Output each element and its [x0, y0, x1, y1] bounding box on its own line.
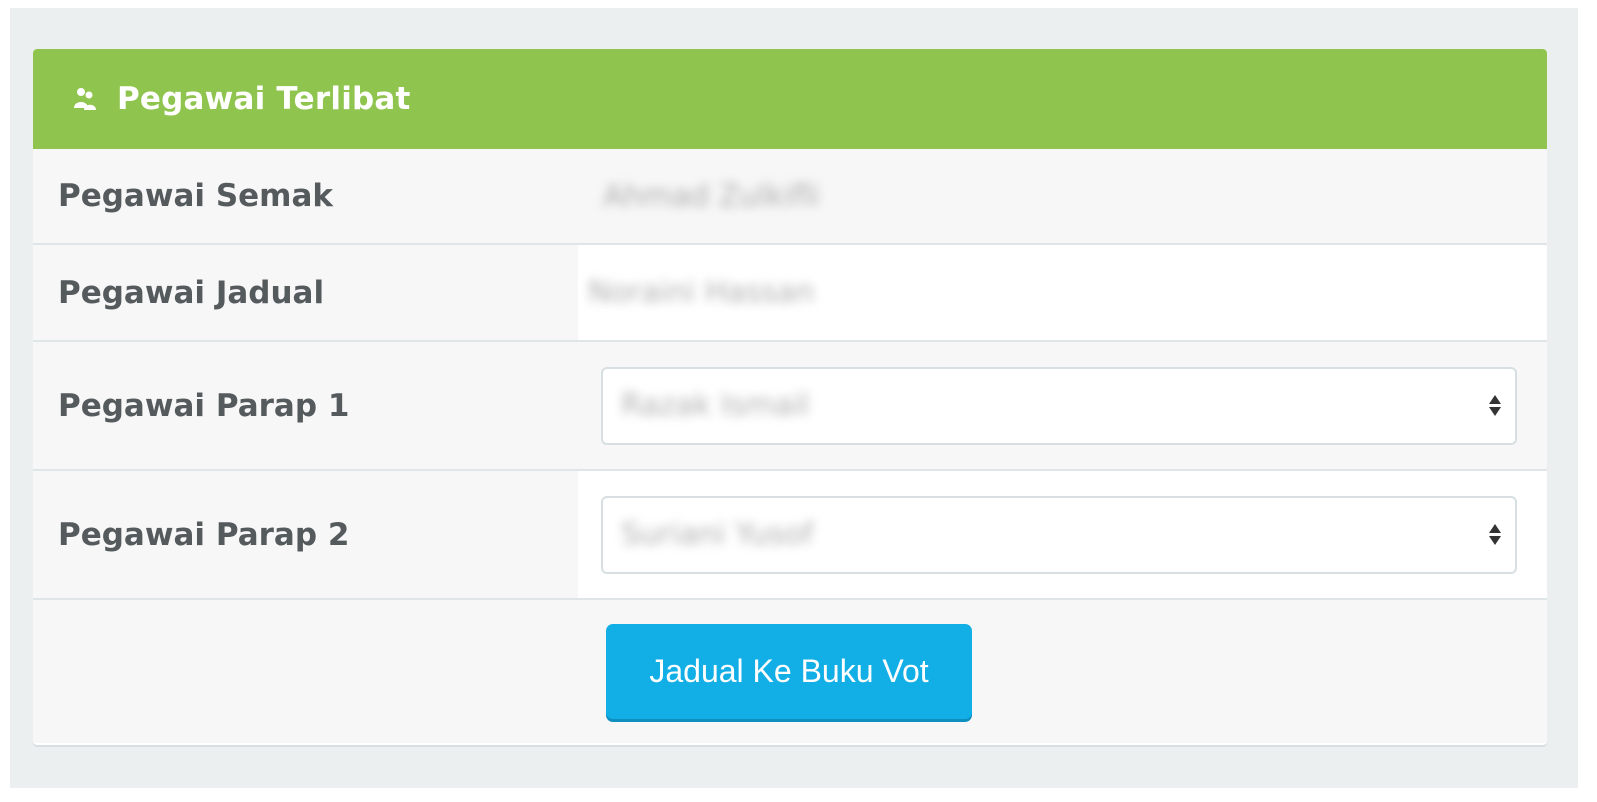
field-value: Ahmad Zulkifli: [578, 149, 1547, 243]
field-value: Razak Ismail: [578, 342, 1547, 469]
row-pegawai-jadual: Pegawai Jadual Noraini Hassan: [33, 245, 1547, 342]
pegawai-semak-value: Ahmad Zulkifli: [603, 178, 820, 214]
row-pegawai-parap-1: Pegawai Parap 1 Razak Ismail: [33, 342, 1547, 471]
pegawai-parap-1-select[interactable]: Razak Ismail: [601, 366, 1517, 445]
select-value: Razak Ismail: [621, 388, 810, 423]
select-arrows-icon: [1487, 391, 1503, 421]
field-label: Pegawai Jadual: [58, 274, 325, 311]
panel-title: Pegawai Terlibat: [117, 81, 411, 117]
field-value: Suriani Yusof: [578, 471, 1547, 598]
jadual-ke-buku-vot-button[interactable]: Jadual Ke Buku Vot: [606, 624, 972, 719]
select-arrows-icon: [1487, 520, 1503, 550]
field-value: Noraini Hassan: [578, 245, 1547, 340]
panel-header: Pegawai Terlibat: [33, 49, 1547, 149]
pegawai-parap-2-select[interactable]: Suriani Yusof: [601, 495, 1517, 574]
field-label: Pegawai Semak: [58, 178, 334, 214]
field-label: Pegawai Parap 1: [58, 387, 350, 424]
users-icon: [71, 85, 99, 113]
pegawai-jadual-value: Noraini Hassan: [588, 275, 815, 310]
row-pegawai-parap-2: Pegawai Parap 2 Suriani Yusof: [33, 471, 1547, 600]
select-value: Suriani Yusof: [621, 517, 814, 552]
field-label: Pegawai Parap 2: [58, 516, 350, 553]
pegawai-terlibat-panel: Pegawai Terlibat Pegawai Semak Ahmad Zul…: [33, 49, 1547, 745]
panel-footer: Jadual Ke Buku Vot: [33, 600, 1547, 743]
row-pegawai-semak: Pegawai Semak Ahmad Zulkifli: [33, 149, 1547, 245]
